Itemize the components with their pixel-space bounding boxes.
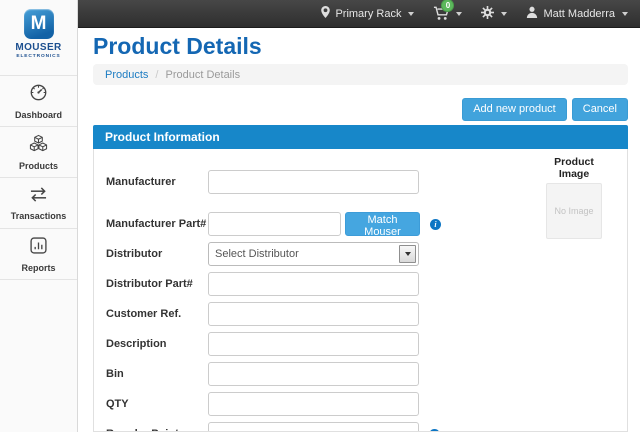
page-actions: Add new product Cancel: [462, 98, 628, 121]
description-input[interactable]: [208, 332, 419, 356]
caret-down-icon: [408, 12, 414, 16]
customer-ref-label: Customer Ref.: [106, 308, 208, 320]
manufacturer-input[interactable]: [208, 170, 419, 194]
cart-count-badge: 0: [441, 0, 454, 12]
select-arrow-button: [399, 245, 416, 263]
bin-row: Bin: [106, 362, 627, 386]
caret-down-icon: [622, 12, 628, 16]
panel-body: Manufacturer Manufacturer Part# Match Mo…: [93, 149, 628, 432]
distributor-row: Distributor Select Distributor: [106, 242, 627, 266]
transactions-icon: [27, 186, 50, 208]
breadcrumb-separator: /: [155, 69, 158, 81]
panel-title: Product Information: [93, 125, 628, 149]
sidebar-item-products[interactable]: Products: [0, 127, 77, 178]
bin-label: Bin: [106, 368, 208, 380]
distributor-part-input[interactable]: [208, 272, 419, 296]
user-name: Matt Madderra: [543, 8, 615, 20]
info-icon[interactable]: i: [430, 219, 441, 230]
match-mouser-button[interactable]: Match Mouser: [345, 212, 420, 236]
mouser-logo-icon: M: [24, 9, 54, 39]
dashboard-icon: [28, 83, 49, 107]
location-label: Primary Rack: [335, 8, 401, 20]
chevron-down-icon: [405, 252, 411, 256]
reports-icon: [29, 236, 48, 260]
product-image-section: Product Image No Image: [546, 156, 602, 239]
manufacturer-label: Manufacturer: [106, 176, 208, 188]
description-label: Description: [106, 338, 208, 350]
sidebar-item-label: Products: [19, 161, 58, 171]
page-title: Product Details: [93, 33, 262, 60]
top-navbar: Primary Rack 0: [78, 0, 640, 28]
breadcrumb-current: Product Details: [165, 69, 240, 81]
caret-down-icon: [501, 12, 507, 16]
product-image-placeholder: No Image: [546, 183, 602, 239]
distributor-label: Distributor: [106, 248, 208, 260]
customer-ref-row: Customer Ref.: [106, 302, 627, 326]
distributor-part-row: Distributor Part#: [106, 272, 627, 296]
sidebar: M MOUSER ELECTRONICS Dashboard Products: [0, 0, 78, 432]
customer-ref-input[interactable]: [208, 302, 419, 326]
manufacturer-part-input[interactable]: [208, 212, 341, 236]
gear-icon: [481, 6, 494, 22]
add-new-product-button[interactable]: Add new product: [462, 98, 567, 121]
qty-label: QTY: [106, 398, 208, 410]
distributor-select[interactable]: Select Distributor: [208, 242, 419, 266]
sidebar-item-label: Transactions: [11, 211, 67, 221]
reorder-point-label: Reorder Point: [106, 428, 208, 432]
logo-name: MOUSER: [15, 42, 61, 53]
distributor-part-label: Distributor Part#: [106, 278, 208, 290]
sidebar-item-label: Dashboard: [15, 110, 62, 120]
reorder-point-row: Reorder Point i: [106, 422, 627, 432]
mouser-logo[interactable]: M MOUSER ELECTRONICS: [0, 0, 77, 76]
product-information-panel: Product Information Manufacturer Manufac…: [93, 125, 628, 432]
product-image-label: Product Image: [546, 156, 602, 180]
breadcrumb-link-products[interactable]: Products: [105, 69, 148, 81]
products-icon: [28, 134, 49, 158]
user-menu[interactable]: Matt Madderra: [526, 6, 628, 21]
bin-input[interactable]: [208, 362, 419, 386]
sidebar-item-label: Reports: [21, 263, 55, 273]
settings-dropdown[interactable]: [481, 6, 507, 22]
description-row: Description: [106, 332, 627, 356]
distributor-selected-option: Select Distributor: [209, 248, 299, 260]
sidebar-item-transactions[interactable]: Transactions: [0, 178, 77, 229]
manufacturer-part-label: Manufacturer Part#: [106, 218, 208, 230]
caret-down-icon: [456, 12, 462, 16]
cart-dropdown[interactable]: 0: [433, 6, 462, 21]
reorder-point-input[interactable]: [208, 422, 419, 432]
cancel-button[interactable]: Cancel: [572, 98, 628, 121]
qty-input[interactable]: [208, 392, 419, 416]
info-icon[interactable]: i: [429, 429, 440, 432]
location-dropdown[interactable]: Primary Rack: [321, 6, 414, 21]
location-pin-icon: [321, 6, 330, 21]
main-content: Product Details Products / Product Detai…: [78, 28, 640, 432]
breadcrumb: Products / Product Details: [93, 64, 628, 85]
sidebar-item-dashboard[interactable]: Dashboard: [0, 76, 77, 127]
logo-subtitle: ELECTRONICS: [16, 54, 60, 59]
user-icon: [526, 6, 538, 21]
qty-row: QTY: [106, 392, 627, 416]
cart-icon: 0: [433, 6, 449, 21]
sidebar-item-reports[interactable]: Reports: [0, 229, 77, 280]
